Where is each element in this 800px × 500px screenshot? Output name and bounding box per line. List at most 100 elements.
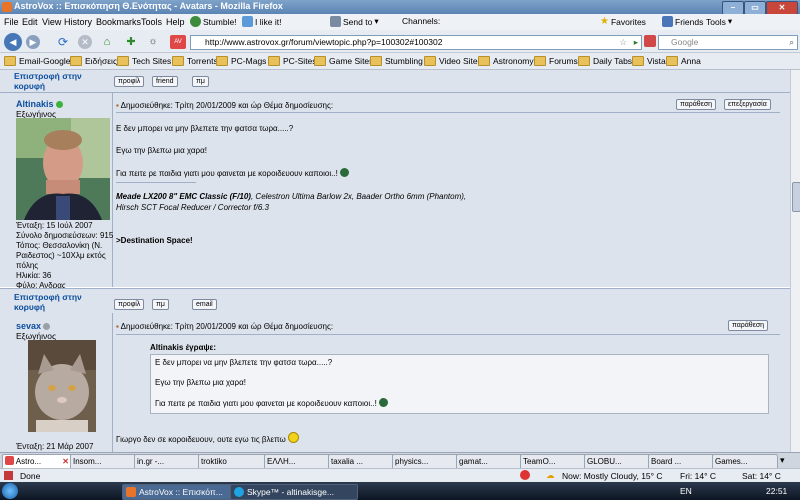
post-icon: ▪ [116, 101, 119, 110]
menu-view[interactable]: View [42, 17, 61, 27]
folder-icon [314, 56, 326, 66]
avatar-photo-cat [28, 340, 96, 432]
quote-author: Altinakis έγραψε: [150, 343, 216, 352]
signature-divider [116, 182, 196, 183]
tab-list-icon[interactable]: ▾ [780, 455, 785, 466]
friends-button[interactable]: Friends [662, 16, 703, 27]
status-text: Done [20, 471, 41, 481]
back-to-top-link[interactable]: Επιστροφή στην κορυφή [14, 71, 104, 91]
post2-username[interactable]: sevax [16, 321, 51, 331]
start-button[interactable] [2, 483, 18, 499]
post1-username[interactable]: Altinakis [16, 99, 63, 109]
bookmark-stumbling[interactable]: Stumbling [370, 56, 423, 66]
channels-label[interactable]: Channels: [402, 16, 440, 26]
taskbar-item-skype[interactable]: Skype™ - altinakisge... [230, 484, 358, 500]
url-bar[interactable]: http://www.astrovox.gr/forum/viewtopic.p… [190, 35, 642, 50]
scrollbar-thumb[interactable] [792, 182, 800, 212]
bookmark-daily-tabs[interactable]: Daily Tabs [578, 56, 632, 66]
smiley-icon [379, 398, 389, 407]
go-icon[interactable]: ▸ [634, 36, 638, 49]
stumble-button[interactable]: Stumble! [190, 16, 237, 27]
bookmark-pc-sites[interactable]: PC-Sites [268, 56, 317, 66]
page-scrollbar[interactable] [790, 70, 800, 452]
tools-toolbar-button[interactable]: Tools ▾ [706, 16, 732, 27]
home-icon[interactable]: ⌂ [100, 35, 114, 49]
bookmark-news[interactable]: Ειδήσεις [70, 56, 117, 66]
folder-icon [666, 56, 678, 66]
post1-avatar [16, 118, 110, 220]
folder-icon [4, 56, 16, 66]
back-to-top-row: Επιστροφή στην κορυφή προφίλ friend πμ [0, 70, 790, 93]
pm-button-2[interactable]: πμ [152, 299, 169, 310]
i-like-it-button[interactable]: I like it! [242, 16, 281, 27]
send-icon [330, 16, 341, 27]
menu-bar: File Edit View History Bookmarks Tools H… [0, 14, 800, 31]
menu-edit[interactable]: Edit [22, 17, 38, 27]
language-indicator[interactable]: EN [680, 486, 692, 496]
pm-button[interactable]: πμ [192, 76, 209, 87]
post1-user-info: Ένταξη: 15 Ιούλ 2007 Σύνολο δημοσιεύσεων… [16, 221, 114, 290]
forward-button[interactable]: ▶ [26, 35, 40, 49]
adblock-icon[interactable] [520, 470, 530, 480]
send-to-button[interactable]: Send to ▾ [330, 16, 379, 27]
reload-icon[interactable]: ⟳ [56, 35, 70, 49]
extension-icon[interactable]: ☼ [146, 35, 160, 49]
firefox-icon [126, 487, 136, 497]
folder-icon [632, 56, 644, 66]
favorites-button[interactable]: ★ Favorites [600, 16, 646, 27]
bookmark-forums[interactable]: Forums [534, 56, 578, 66]
weather-sat: Sat: 14° C [742, 471, 781, 481]
stop-icon[interactable]: ✕ [78, 35, 92, 49]
post2-header: ▪ Δημοσιεύθηκε: Τρίτη 20/01/2009 και ώρ … [116, 322, 334, 331]
post-icon: ▪ [116, 322, 119, 331]
close-button[interactable]: ✕ [766, 1, 798, 15]
search-icon[interactable]: ⌕ [789, 36, 794, 49]
signature-line1: Meade LX200 8" EMC Classic (F/10), Celes… [116, 192, 467, 201]
folder-icon [268, 56, 280, 66]
status-bar: Done ☁ Now: Mostly Cloudy, 15° C Fri: 14… [0, 468, 800, 483]
maximize-button[interactable]: ▭ [744, 1, 766, 15]
weather-now: Now: Mostly Cloudy, 15° C [562, 471, 663, 481]
bookmark-email-google[interactable]: Email-Google [4, 56, 71, 66]
minimize-button[interactable]: – [722, 1, 744, 15]
star-bookmark-icon[interactable]: ☆ [619, 36, 627, 49]
email-button[interactable]: email [192, 299, 217, 310]
edit-button[interactable]: επεξεργασία [724, 99, 771, 110]
menu-bookmarks[interactable]: Bookmarks [96, 17, 141, 27]
tab-close-icon[interactable]: ✕ [62, 455, 69, 469]
online-status-icon [55, 101, 63, 108]
smiley-icon [340, 168, 350, 177]
taskbar-item-firefox[interactable]: AstroVox :: Επισκόπ... [122, 484, 240, 500]
menu-tools[interactable]: Tools [141, 17, 162, 27]
folder-icon [424, 56, 436, 66]
search-input[interactable]: Google ⌕ [658, 35, 798, 50]
offline-status-icon [43, 323, 51, 330]
post1-line2: Εγω την βλεπω μια χαρα! [116, 146, 207, 155]
search-engine-icon[interactable] [644, 35, 656, 47]
menu-help[interactable]: Help [166, 17, 185, 27]
quote-line3: Για πειτε ρε παιδια γιατι μου φαινεται μ… [155, 398, 389, 408]
bookmark-tech-sites[interactable]: Tech Sites [117, 56, 171, 66]
bookmark-video-sites[interactable]: Video Sites [424, 56, 482, 66]
back-button[interactable]: ◀ [4, 33, 22, 51]
back-to-top-row-2: Επιστροφή στην κορυφή προφίλ πμ email [0, 288, 790, 314]
profile-button[interactable]: προφίλ [114, 76, 145, 87]
menu-file[interactable]: File [4, 17, 19, 27]
friends-icon [662, 16, 673, 27]
bookmark-vista[interactable]: Vista [632, 56, 666, 66]
friend-button[interactable]: friend [152, 76, 178, 87]
folder-icon [216, 56, 228, 66]
page-content: Επιστροφή στην κορυφή προφίλ friend πμ A… [0, 70, 790, 452]
bookmark-astronomy[interactable]: Astronomy [478, 56, 534, 66]
quote-button-2[interactable]: παράθεση [728, 320, 769, 331]
bookmark-add-icon[interactable]: ✚ [124, 35, 138, 49]
quote-button[interactable]: παράθεση [676, 99, 717, 110]
bookmark-torrents[interactable]: Torrents [172, 56, 218, 66]
profile-button-2[interactable]: προφίλ [114, 299, 145, 310]
menu-history[interactable]: History [64, 17, 92, 27]
window-titlebar: AstroVox :: Επισκόπηση Θ.Ενότητας - Avat… [0, 0, 800, 15]
bookmark-anna[interactable]: Anna [666, 56, 701, 66]
bookmark-pc-mags[interactable]: PC-Mags [216, 56, 266, 66]
back-to-top-link-2[interactable]: Επιστροφή στην κορυφή [14, 292, 104, 312]
bookmark-game-sites[interactable]: Game Sites [314, 56, 373, 66]
